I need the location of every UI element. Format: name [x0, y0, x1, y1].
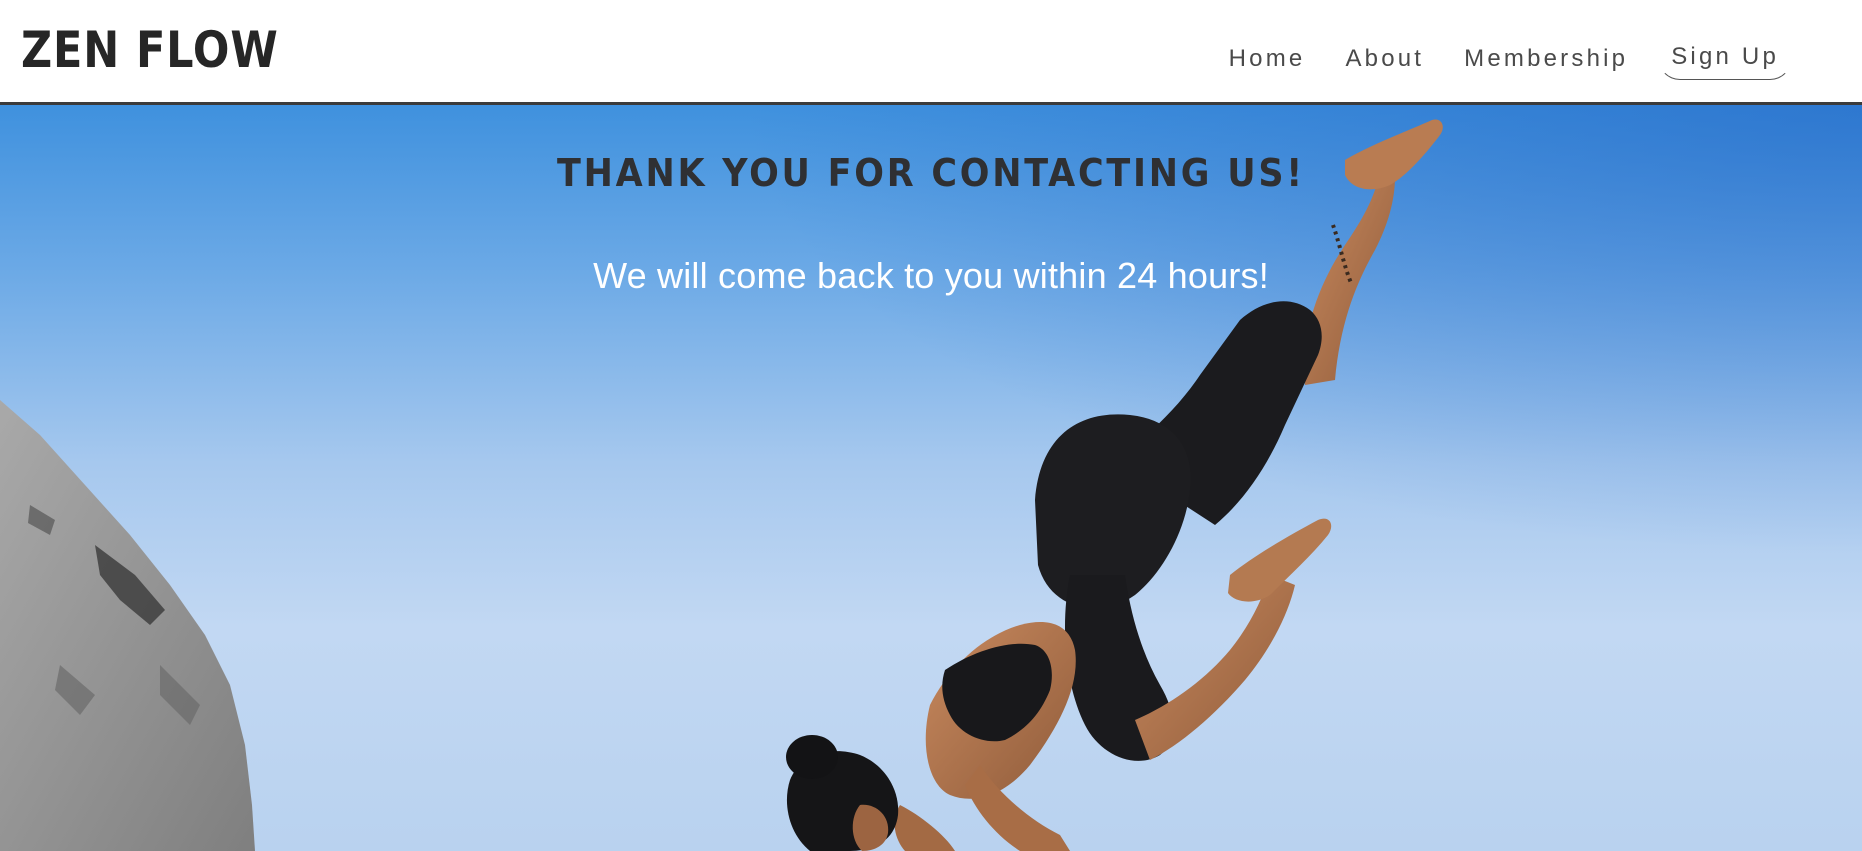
brand-logo[interactable]: ZEN FLOW: [21, 18, 279, 82]
hero-background-photo: [0, 105, 1862, 851]
nav-link-sign-up[interactable]: Sign Up: [1658, 38, 1792, 80]
response-time-message: We will come back to you within 24 hours…: [593, 255, 1269, 296]
hero-section: THANK YOU FOR CONTACTING US! We will com…: [0, 105, 1862, 851]
nav-link-home[interactable]: Home: [1229, 41, 1306, 77]
nav-link-about[interactable]: About: [1345, 41, 1424, 77]
thank-you-heading: THANK YOU FOR CONTACTING US!: [557, 151, 1305, 195]
main-nav: Home About Membership Sign Up: [1189, 38, 1792, 80]
nav-link-membership[interactable]: Membership: [1464, 41, 1628, 77]
site-header: ZEN FLOW Home About Membership Sign Up: [0, 0, 1862, 105]
